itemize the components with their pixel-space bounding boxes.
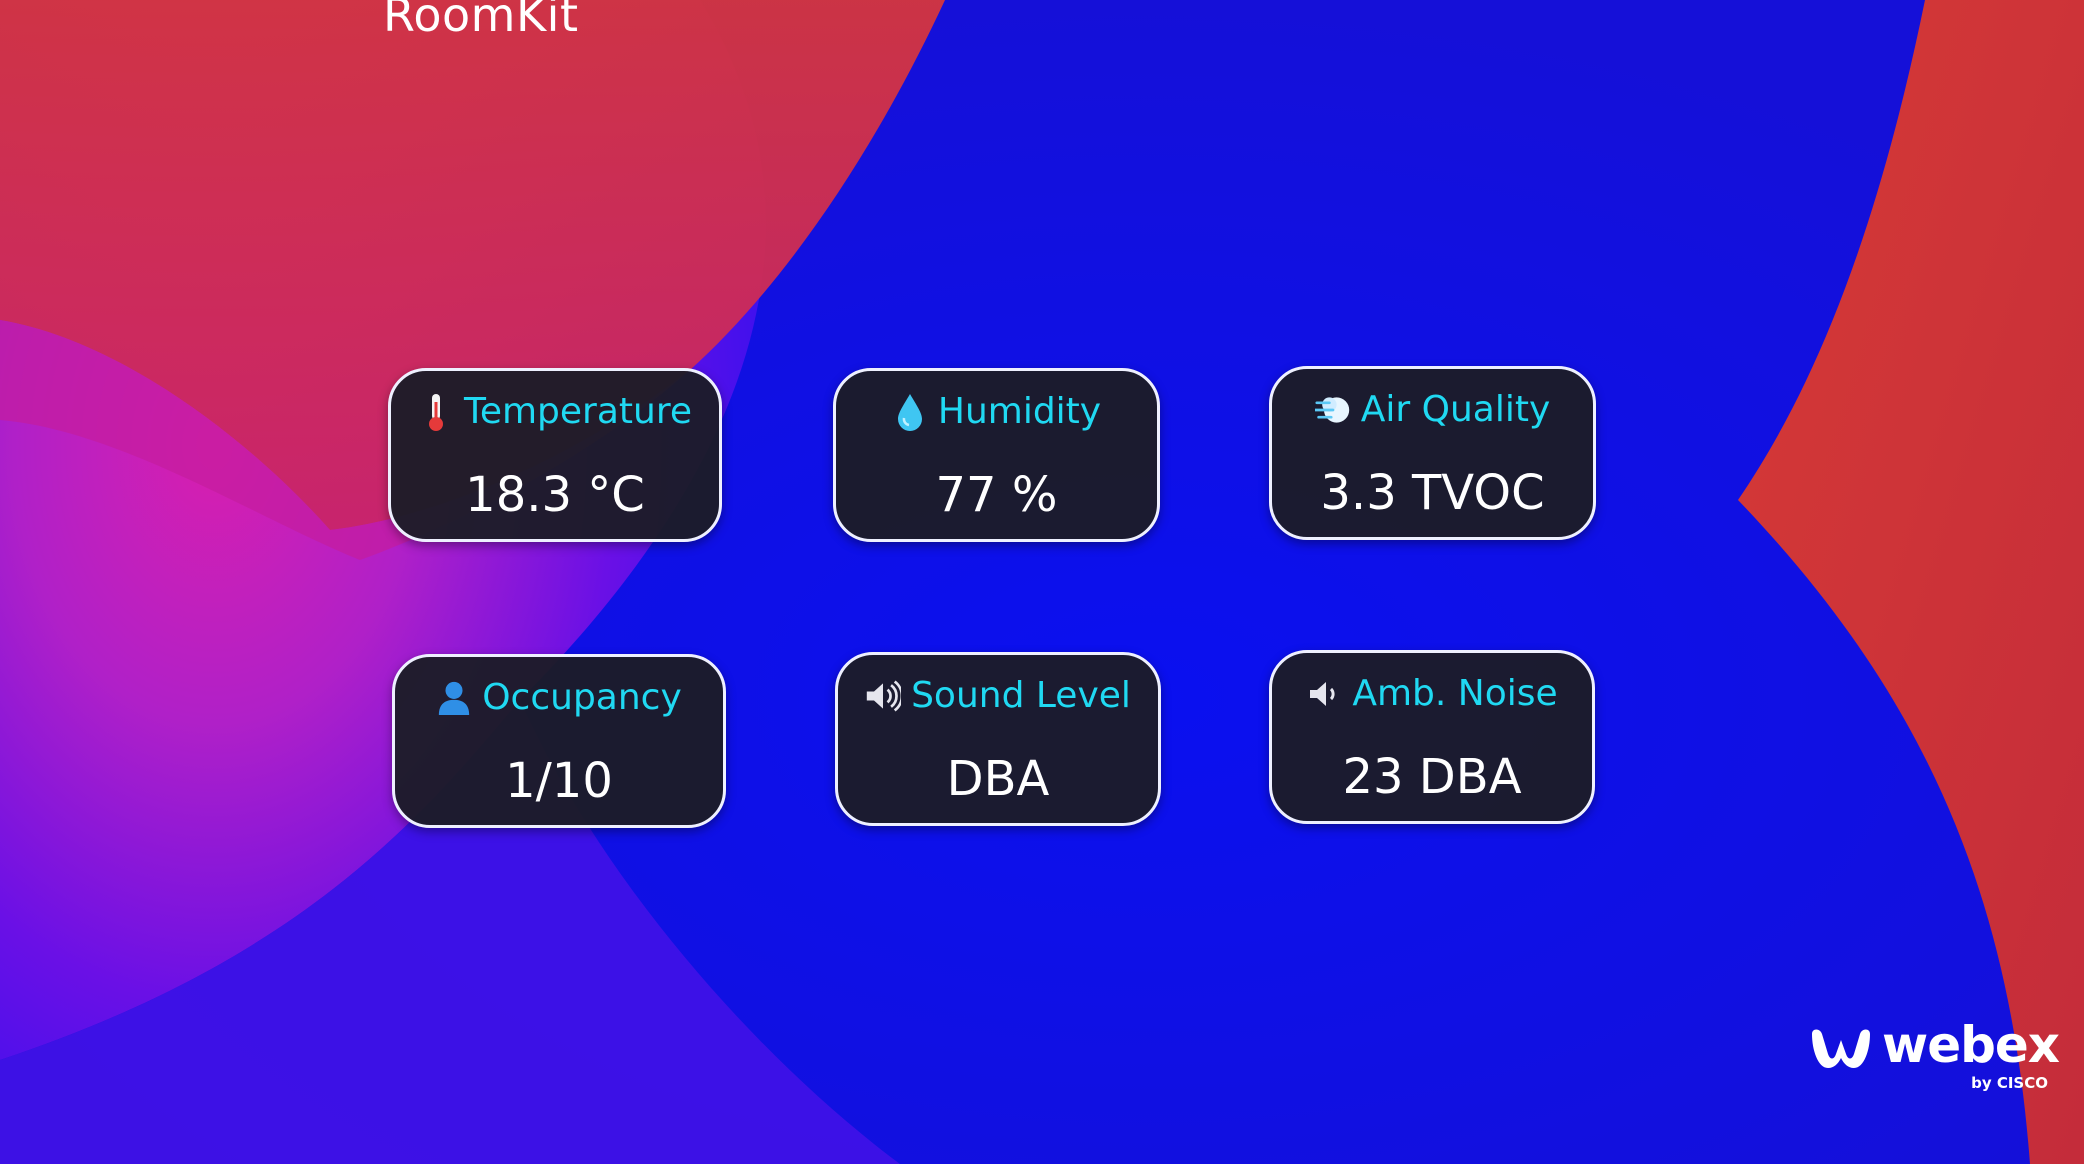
droplet-icon [892, 392, 928, 432]
humidity-value: 77 % [935, 467, 1058, 523]
temperature-value: 18.3 °C [465, 467, 645, 523]
webex-logo: webex by CISCO [1810, 1016, 2060, 1094]
humidity-header: Humidity [836, 391, 1157, 432]
webex-mark-icon [1812, 1029, 1870, 1068]
ambient-noise-header: Amb. Noise [1272, 673, 1592, 714]
wallpaper [0, 0, 2084, 1164]
thermometer-icon [418, 392, 454, 432]
occupancy-tile[interactable]: Occupancy 1/10 [392, 654, 726, 828]
temperature-header: Temperature [391, 391, 719, 432]
ambient-noise-label: Amb. Noise [1352, 673, 1558, 714]
occupancy-value: 1/10 [505, 753, 613, 809]
temperature-tile[interactable]: Temperature 18.3 °C [388, 368, 722, 542]
air-quality-label: Air Quality [1360, 389, 1551, 430]
roomkit-screen: RoomKit Temperature 18.3 °C Humidity 77 … [0, 0, 2084, 1164]
air-quality-tile[interactable]: Air Quality 3.3 TVOC [1269, 366, 1596, 540]
air-quality-value: 3.3 TVOC [1320, 465, 1545, 521]
webex-sub: by CISCO [1971, 1074, 2048, 1092]
speaker-icon [865, 676, 902, 716]
air-quality-header: Air Quality [1272, 389, 1593, 430]
temperature-label: Temperature [463, 391, 693, 432]
webex-wordmark: webex [1882, 1016, 2060, 1074]
occupancy-label: Occupancy [482, 677, 682, 718]
humidity-label: Humidity [937, 391, 1102, 432]
ambient-noise-tile[interactable]: Amb. Noise 23 DBA [1269, 650, 1595, 824]
sound-level-value: DBA [946, 751, 1050, 807]
sound-level-header: Sound Level [838, 675, 1158, 716]
sound-level-tile[interactable]: Sound Level DBA [835, 652, 1161, 826]
humidity-tile[interactable]: Humidity 77 % [833, 368, 1160, 542]
sound-level-label: Sound Level [911, 675, 1131, 716]
ambient-noise-value: 23 DBA [1342, 749, 1522, 805]
occupancy-header: Occupancy [395, 677, 723, 718]
wind-icon [1314, 390, 1351, 430]
speaker-low-icon [1306, 674, 1342, 714]
device-name: RoomKit [383, 0, 579, 42]
person-icon [436, 678, 472, 718]
